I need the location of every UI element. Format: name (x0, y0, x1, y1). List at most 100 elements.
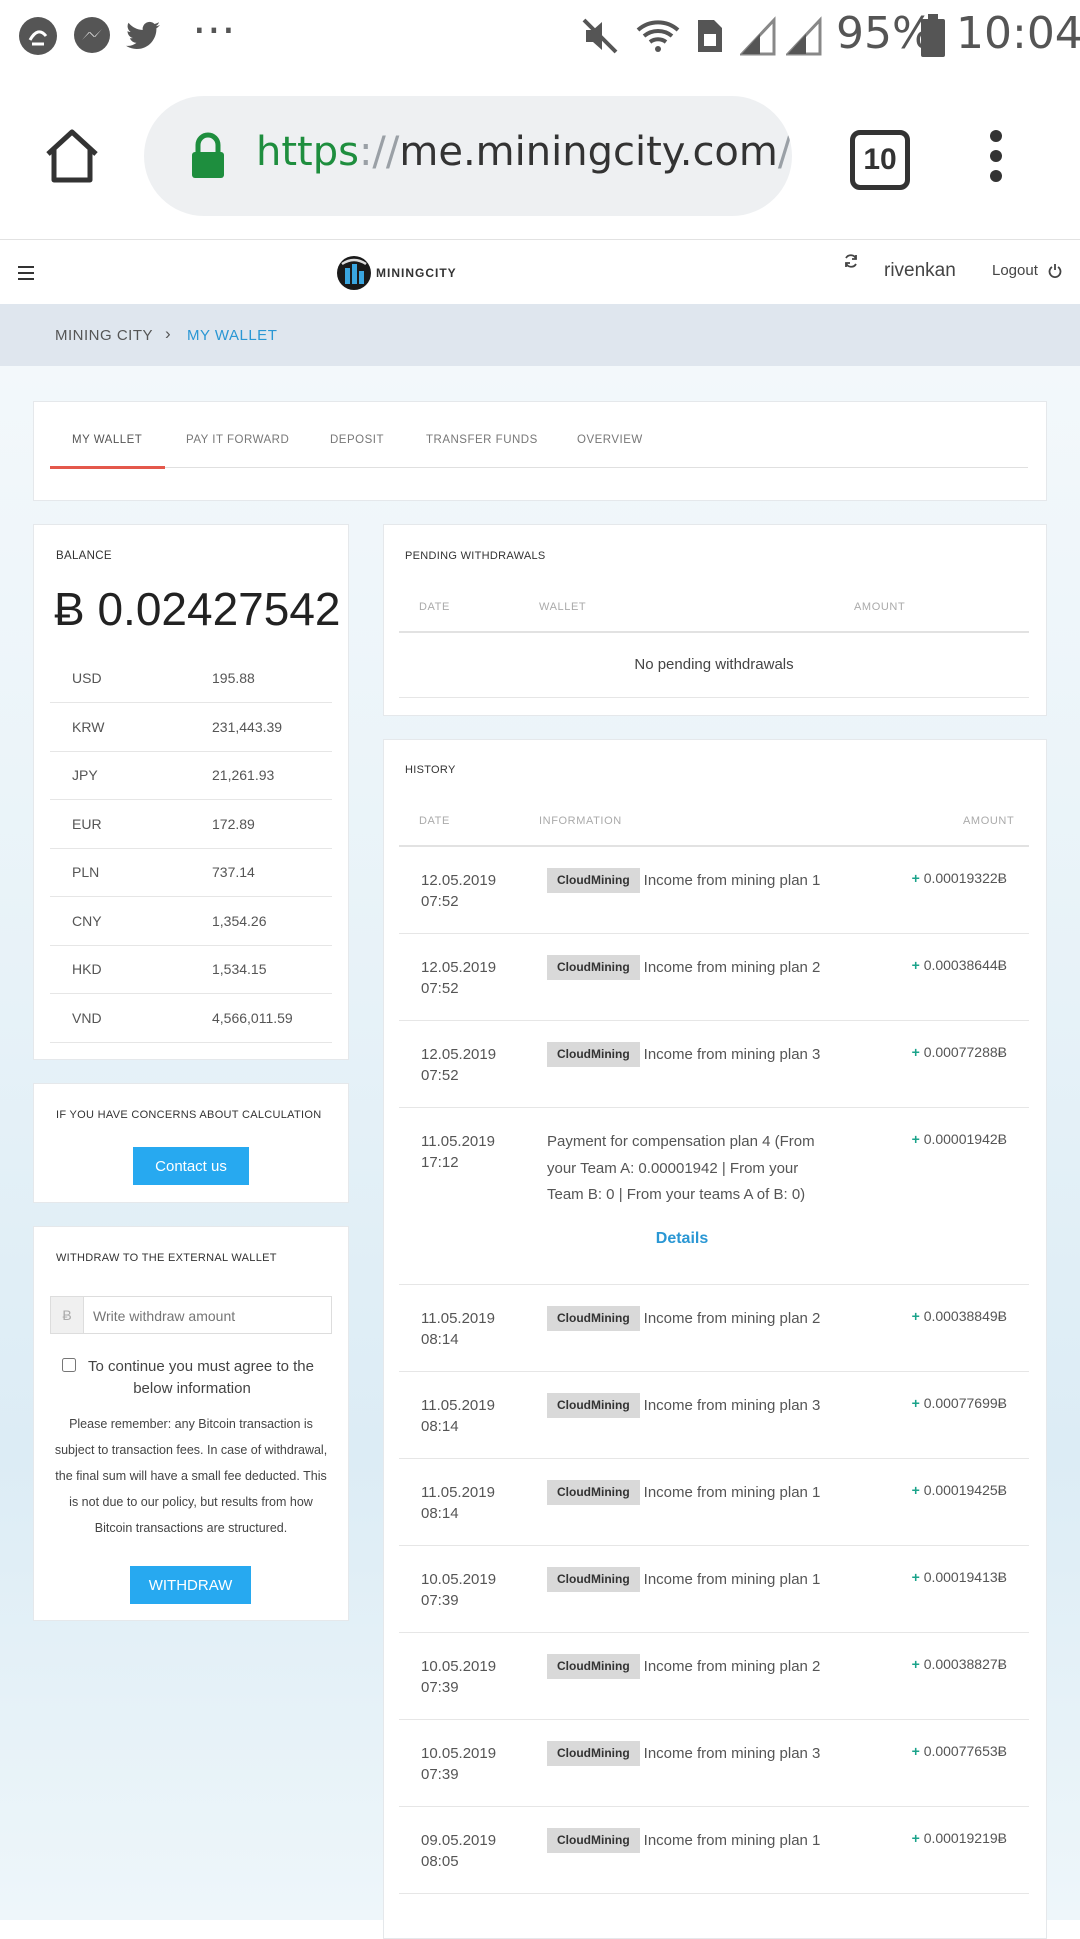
history-amount: + 0.00077288Ƀ (880, 1044, 1007, 1060)
details-link[interactable]: Details (547, 1230, 817, 1248)
history-amount: + 0.00038644Ƀ (880, 957, 1007, 973)
history-date-day: 10.05.2019 (421, 1745, 497, 1762)
currency-row-divider (50, 896, 332, 897)
kebab-menu-icon[interactable] (986, 128, 1006, 184)
history-info-text: Income from mining plan 2 (643, 959, 821, 976)
history-date-time: 07:52 (421, 1067, 459, 1084)
history-amount-value: 0.00038827Ƀ (923, 1656, 1007, 1672)
history-date: 11.05.2019 08:14 (421, 1395, 495, 1437)
address-bar[interactable]: https://me.miningcity.com/my (144, 96, 792, 216)
currency-row-divider (50, 702, 332, 703)
logout-link[interactable]: Logout (992, 262, 1038, 279)
bitcoin-symbol-addon: Ƀ (51, 1297, 84, 1333)
history-row-divider (399, 1545, 1029, 1546)
history-date-time: 07:39 (421, 1679, 459, 1696)
cloudmining-badge: CloudMining (547, 1567, 640, 1592)
history-amount-value: 0.00019413Ƀ (923, 1569, 1007, 1585)
tabs-divider (50, 467, 1028, 468)
more-notifications-icon: ⋯ (192, 4, 236, 55)
history-date: 11.05.2019 08:14 (421, 1482, 495, 1524)
tab-pay-it-forward[interactable]: PAY IT FORWARD (186, 434, 289, 446)
logo-text: MININGCITY (376, 266, 457, 280)
history-information: CloudMining Income from mining plan 2 (547, 1654, 827, 1679)
history-info-text: Income from mining plan 2 (643, 1658, 821, 1675)
history-row-divider (399, 1458, 1029, 1459)
history-date-time: 07:39 (421, 1592, 459, 1609)
pending-col-amount: AMOUNT (854, 601, 906, 613)
withdraw-title: WITHDRAW TO THE EXTERNAL WALLET (56, 1252, 277, 1264)
history-date: 11.05.2019 17:12 (421, 1131, 495, 1173)
history-info-text: Income from mining plan 3 (643, 1745, 821, 1762)
tab-overview[interactable]: OVERVIEW (577, 434, 643, 446)
status-bar: ⋯ 95% 10:04 (0, 0, 1080, 72)
history-info-text: Income from mining plan 3 (643, 1397, 821, 1414)
tab-my-wallet[interactable]: MY WALLET (72, 434, 142, 446)
refresh-icon[interactable] (844, 254, 858, 268)
history-row-divider (399, 1893, 1029, 1894)
url-path: /my (777, 129, 792, 175)
withdraw-button[interactable]: WITHDRAW (130, 1566, 251, 1604)
currency-row-divider (50, 944, 332, 946)
history-date-time: 17:12 (421, 1154, 459, 1171)
withdraw-amount-input[interactable] (91, 1302, 325, 1330)
history-amount: + 0.00077653Ƀ (880, 1743, 1007, 1759)
currency-value: 1,534.15 (212, 961, 267, 977)
withdraw-note: Please remember: any Bitcoin transaction… (54, 1417, 328, 1535)
pending-title: PENDING WITHDRAWALS (405, 550, 546, 562)
mute-icon (582, 18, 618, 54)
contact-us-button[interactable]: Contact us (133, 1147, 249, 1185)
username[interactable]: rivenkan (884, 260, 956, 282)
browser-toolbar: https://me.miningcity.com/my 10 (0, 72, 1080, 240)
home-icon[interactable] (42, 126, 102, 186)
currency-row-divider (50, 799, 332, 800)
signal-1-icon (740, 16, 776, 56)
history-amount: + 0.00077699Ƀ (880, 1395, 1007, 1411)
history-col-information: INFORMATION (539, 815, 622, 827)
history-date-day: 11.05.2019 (421, 1133, 495, 1150)
cloudmining-badge: CloudMining (547, 1654, 640, 1679)
tab-transfer-funds[interactable]: TRANSFER FUNDS (426, 434, 538, 446)
sim-card-icon (698, 20, 722, 52)
plus-sign: + (911, 1743, 920, 1759)
history-date: 10.05.2019 07:39 (421, 1569, 496, 1611)
history-row-divider (399, 1632, 1029, 1633)
history-row-divider (399, 1020, 1029, 1021)
url-scheme: https (256, 129, 359, 175)
pending-col-date: DATE (419, 601, 450, 613)
pending-bottom-divider (399, 697, 1029, 698)
history-date: 11.05.2019 08:14 (421, 1308, 495, 1350)
miningcity-logo-icon (337, 256, 371, 290)
plus-sign: + (911, 1656, 920, 1672)
history-information: CloudMining Income from mining plan 1 (547, 1567, 827, 1592)
history-date: 12.05.2019 07:52 (421, 1044, 496, 1086)
history-date-time: 07:52 (421, 980, 459, 997)
currency-code: VND (72, 1009, 102, 1026)
cloudmining-badge: CloudMining (547, 1393, 640, 1418)
power-icon[interactable] (1048, 264, 1062, 278)
plus-sign: + (911, 1569, 920, 1585)
history-info-text: Income from mining plan 1 (643, 1571, 821, 1588)
currency-row-divider (50, 847, 332, 849)
cloudmining-badge: CloudMining (547, 1042, 640, 1067)
hamburger-menu-icon[interactable] (18, 266, 34, 280)
currency-value: 231,443.39 (212, 718, 283, 735)
tab-switcher-button[interactable]: 10 (850, 130, 910, 190)
history-amount: + 0.00019425Ƀ (880, 1482, 1007, 1498)
pending-col-wallet: WALLET (539, 601, 587, 613)
history-date-day: 10.05.2019 (421, 1571, 497, 1588)
history-date: 12.05.2019 07:52 (421, 870, 496, 912)
app-notification-icon (19, 17, 57, 55)
tab-deposit[interactable]: DEPOSIT (330, 434, 384, 446)
currency-value: 172.89 (212, 815, 255, 832)
concerns-card (33, 1083, 349, 1203)
history-date: 09.05.2019 08:05 (421, 1830, 496, 1872)
breadcrumb-root[interactable]: MINING CITY (55, 327, 153, 344)
cloudmining-badge: CloudMining (547, 1480, 640, 1505)
cloudmining-badge: CloudMining (547, 955, 640, 980)
agree-label[interactable]: To continue you must agree to the below … (64, 1356, 320, 1400)
active-tab-indicator (50, 466, 165, 469)
history-amount-value: 0.00019219Ƀ (923, 1830, 1007, 1846)
history-col-amount: AMOUNT (963, 815, 1015, 827)
history-date-time: 07:52 (421, 893, 459, 910)
plus-sign: + (911, 1830, 920, 1846)
